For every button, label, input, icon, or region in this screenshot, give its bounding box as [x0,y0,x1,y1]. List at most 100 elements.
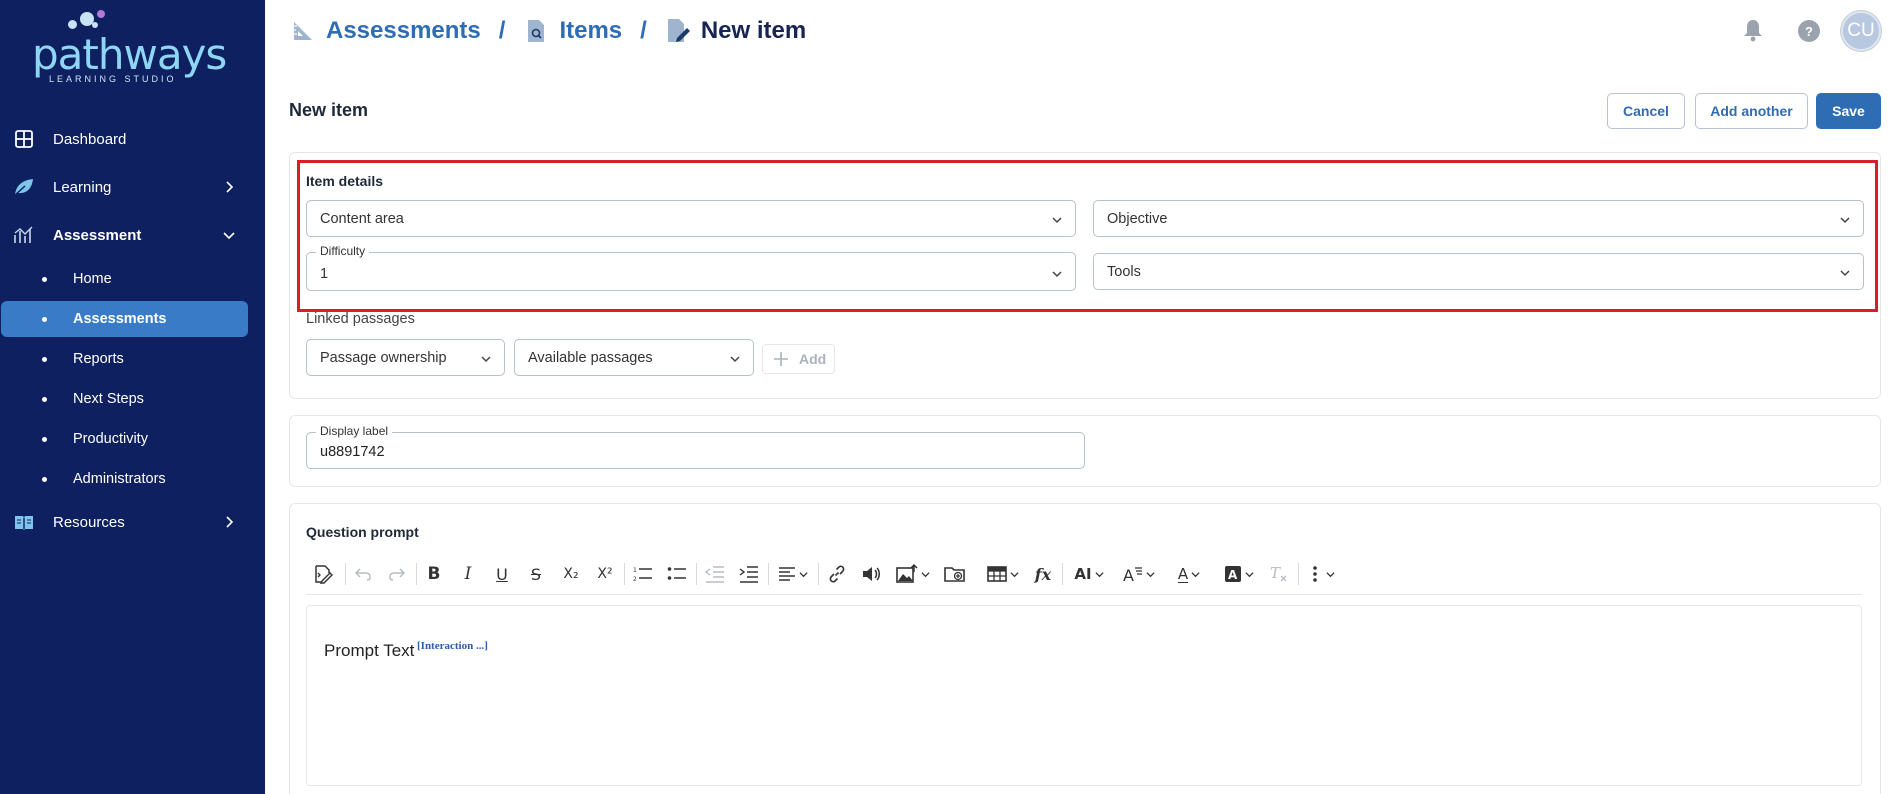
source-edit-icon[interactable] [310,561,336,587]
text-size-icon: AI [1074,565,1092,583]
sidebar-subitem-label: Administrators [73,471,166,487]
sidebar-item-learning[interactable]: Learning [0,167,265,207]
clear-formatting-icon[interactable]: T [1266,561,1292,587]
undo-icon[interactable] [350,561,376,587]
underline-icon[interactable]: U [490,561,514,587]
display-label-field[interactable]: Display label u8891742 [306,424,1085,469]
bullet-list-icon[interactable] [664,561,690,587]
help-icon[interactable]: ? [1798,20,1820,42]
media-folder-icon[interactable] [942,561,968,587]
svg-text:A: A [1123,566,1134,583]
highlight-color-dropdown[interactable]: A [1218,561,1260,587]
numbered-list-icon[interactable]: 12 [630,561,656,587]
sidebar: pathways LEARNING STUDIO Dashboard Learn… [0,0,265,794]
sidebar-subitem-label: Assessments [73,311,167,327]
toolbar-divider [696,563,697,585]
sidebar-subitem-label: Home [73,271,112,287]
bullet-icon [42,356,47,362]
add-another-button[interactable]: Add another [1695,93,1808,129]
outdent-icon[interactable] [702,561,728,587]
chevron-down-icon [480,352,492,364]
align-dropdown[interactable] [774,561,812,587]
bullet-icon [42,396,47,402]
sidebar-subitem-administrators[interactable]: Administrators [0,461,265,497]
difficulty-select[interactable]: Difficulty 1 [306,244,1076,291]
breadcrumb-assessments[interactable]: Assessments [290,17,481,45]
insert-table-dropdown[interactable] [982,561,1024,587]
chevron-down-icon [1146,571,1155,577]
breadcrumb-items[interactable]: Items [523,17,622,45]
font-color-dropdown[interactable]: A [1168,561,1210,587]
chevron-right-icon [222,515,236,529]
ruler-triangle-icon [290,18,316,44]
add-passage-button[interactable]: Add [762,344,835,374]
chevron-down-icon [799,571,808,577]
sidebar-subitem-next-steps[interactable]: Next Steps [0,381,265,417]
indent-icon[interactable] [736,561,762,587]
breadcrumb-label: Assessments [326,17,481,44]
insert-image-dropdown[interactable] [892,561,934,587]
sidebar-subitem-reports[interactable]: Reports [0,341,265,377]
display-label-label: Display label [316,424,393,438]
bold-icon[interactable]: B [422,561,446,587]
available-passages-select[interactable]: Available passages [514,339,754,376]
tools-select[interactable]: Tools [1093,253,1864,290]
sidebar-subitem-label: Next Steps [73,391,144,407]
chevron-down-icon [1095,571,1104,577]
pathways-logo[interactable]: pathways LEARNING STUDIO [32,10,227,84]
notifications-bell-icon[interactable] [1742,18,1764,42]
save-button[interactable]: Save [1816,93,1881,129]
interaction-placeholder[interactable]: [Interaction ...] [417,640,488,652]
toolbar-divider [818,563,819,585]
sidebar-subitem-label: Reports [73,351,124,367]
toolbar-divider [1298,563,1299,585]
subscript-icon[interactable]: X₂ [558,561,584,587]
redo-icon[interactable] [384,561,410,587]
prompt-editor[interactable]: Prompt Text [Interaction ...] [306,605,1862,786]
bullet-icon [42,276,47,282]
chevron-down-icon [1839,266,1851,278]
item-details-title: Item details [306,173,384,189]
strikethrough-icon[interactable]: S [524,561,548,587]
select-value: Tools [1107,263,1141,280]
chevron-down-icon [1325,571,1335,577]
math-function-icon[interactable]: fx [1030,561,1056,587]
toolbar-divider [624,563,625,585]
sidebar-subitem-assessments[interactable]: Assessments [0,301,265,337]
sidebar-item-dashboard[interactable]: Dashboard [0,119,265,159]
select-value: 1 [320,266,329,282]
italic-icon[interactable]: I [456,561,480,587]
toolbar-divider [416,563,417,585]
text-style-dropdown[interactable]: A [1118,561,1160,587]
file-edit-icon [665,18,691,44]
superscript-icon[interactable]: X² [592,561,618,587]
linked-passages-label: Linked passages [306,311,415,327]
sidebar-item-resources[interactable]: Resources [0,502,265,542]
sidebar-subitem-label: Productivity [73,431,148,447]
breadcrumb-separator: / [498,17,506,44]
sidebar-subitem-productivity[interactable]: Productivity [0,421,265,457]
avatar[interactable]: CU [1841,11,1881,51]
more-options-dropdown[interactable] [1304,561,1342,587]
dashboard-grid-icon [12,127,36,151]
cancel-button[interactable]: Cancel [1607,93,1685,129]
logo-subtitle: LEARNING STUDIO [49,74,177,84]
bullet-icon [42,476,47,482]
content-area-select[interactable]: Content area [306,200,1076,237]
chevron-down-icon [1839,213,1851,225]
toolbar-divider [1062,563,1063,585]
chevron-right-icon [222,180,236,194]
audio-icon[interactable] [858,561,884,587]
breadcrumb-label: Items [559,17,623,44]
text-size-dropdown[interactable]: AI [1068,561,1110,587]
sidebar-item-assessment[interactable]: Assessment [0,215,265,255]
svg-text:A: A [1228,568,1238,582]
plus-icon [773,351,789,367]
book-icon [12,510,36,534]
sidebar-item-label: Resources [53,513,125,531]
objective-select[interactable]: Objective [1093,200,1864,237]
sidebar-subitem-home[interactable]: Home [0,261,265,297]
chevron-down-icon [729,352,741,364]
link-icon[interactable] [824,561,850,587]
passage-ownership-select[interactable]: Passage ownership [306,339,505,376]
